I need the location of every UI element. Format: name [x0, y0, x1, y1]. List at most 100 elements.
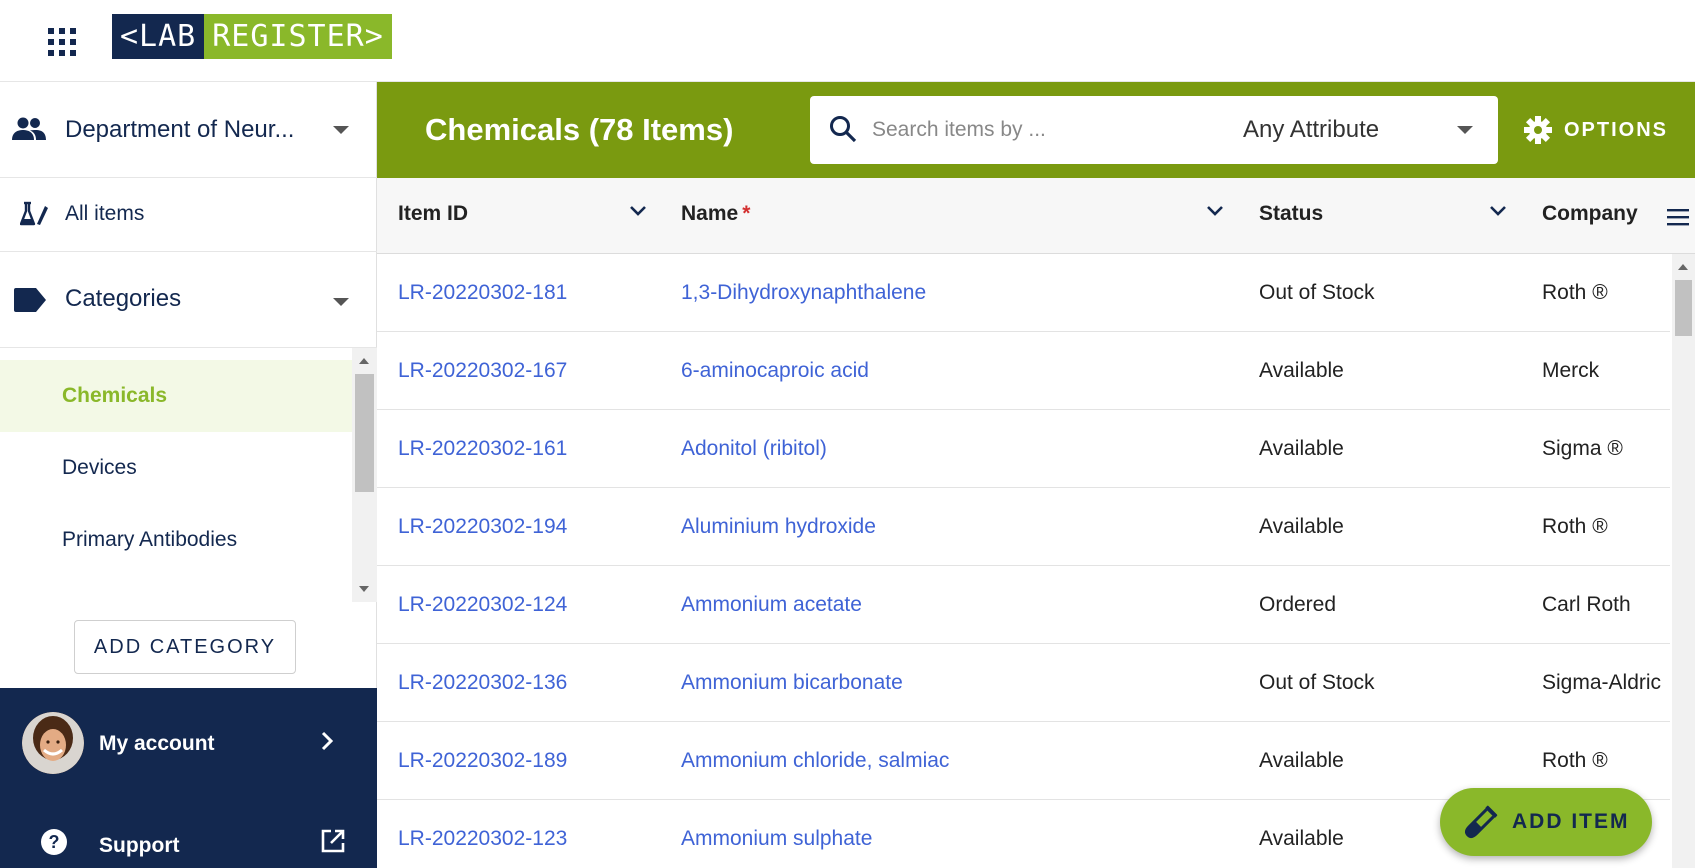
chevron-right-icon[interactable] — [320, 730, 334, 752]
status-cell: Available — [1259, 749, 1344, 772]
logo-lab: <LAB — [112, 14, 205, 59]
flask-icon — [20, 201, 48, 226]
attribute-select[interactable]: Any Attribute — [1243, 116, 1379, 144]
item-name-link[interactable]: Ammonium acetate — [681, 593, 862, 617]
status-cell: Ordered — [1259, 593, 1337, 616]
sidebar-item-chemicals[interactable]: Chemicals — [0, 360, 352, 432]
item-name-link[interactable]: 1,3-Dihydroxynaphthalene — [681, 281, 926, 305]
status-cell: Out of Stock — [1259, 281, 1375, 304]
status-cell: Available — [1259, 515, 1344, 538]
sidebar-item-devices[interactable]: Devices — [0, 432, 352, 504]
scroll-down-icon[interactable] — [359, 586, 369, 592]
account-panel: My account ? Support — [0, 688, 377, 868]
department-label: Department of Neur... — [65, 116, 295, 143]
app-logo[interactable]: <LAB REGISTER> — [112, 14, 392, 59]
test-tube-icon — [1465, 805, 1498, 838]
items-table: Item ID Name * Status Company LR-20220302… — [377, 178, 1695, 868]
company-cell: Roth ® — [1542, 749, 1608, 772]
table-row[interactable]: LR-20220302-167 6-aminocaproic acid Avai… — [377, 332, 1670, 410]
table-row[interactable]: LR-20220302-136 Ammonium bicarbonate Out… — [377, 644, 1670, 722]
scrollbar-thumb[interactable] — [1675, 280, 1692, 336]
item-id-link[interactable]: LR-20220302-124 — [398, 593, 567, 617]
chevron-down-icon — [333, 126, 349, 134]
item-id-link[interactable]: LR-20220302-189 — [398, 749, 567, 773]
label-tag-icon — [14, 288, 46, 312]
search-bar: Any Attribute — [810, 96, 1498, 164]
status-cell: Available — [1259, 359, 1344, 382]
add-category-button[interactable]: ADD CATEGORY — [74, 620, 296, 674]
required-marker: * — [742, 202, 751, 225]
scroll-up-icon[interactable] — [1678, 264, 1688, 270]
table-row[interactable]: LR-20220302-124 Ammonium acetate Ordered… — [377, 566, 1670, 644]
department-selector[interactable]: Department of Neur... — [0, 82, 377, 178]
scrollbar-thumb[interactable] — [355, 374, 374, 492]
category-header: Chemicals (78 Items) Any Attribute OPTIO… — [377, 82, 1695, 178]
apps-grid-icon[interactable] — [44, 24, 80, 60]
gear-icon — [1524, 116, 1552, 144]
table-row[interactable]: LR-20220302-181 1,3-Dihydroxynaphthalene… — [377, 254, 1670, 332]
item-name-link[interactable]: Ammonium chloride, salmiac — [681, 749, 949, 773]
chevron-down-icon[interactable] — [1488, 204, 1508, 218]
support-link[interactable]: Support — [99, 834, 179, 858]
categories-toggle[interactable]: Categories — [0, 252, 377, 348]
company-cell: Merck — [1542, 359, 1600, 382]
search-input[interactable] — [872, 110, 1172, 150]
search-icon — [830, 116, 857, 143]
item-id-link[interactable]: LR-20220302-161 — [398, 437, 567, 461]
options-button[interactable]: OPTIONS — [1524, 108, 1668, 152]
status-cell: Available — [1259, 437, 1344, 460]
company-cell: Roth ® — [1542, 281, 1608, 304]
sidebar-item-label: Chemicals — [62, 384, 168, 407]
item-id-link[interactable]: LR-20220302-194 — [398, 515, 567, 539]
item-name-link[interactable]: Ammonium bicarbonate — [681, 671, 903, 695]
chevron-down-icon[interactable] — [1457, 126, 1473, 134]
item-name-link[interactable]: 6-aminocaproic acid — [681, 359, 869, 383]
item-name-link[interactable]: Ammonium sulphate — [681, 827, 872, 851]
item-id-link[interactable]: LR-20220302-123 — [398, 827, 567, 851]
item-id-link[interactable]: LR-20220302-167 — [398, 359, 567, 383]
chevron-down-icon[interactable] — [628, 204, 648, 218]
column-header-name[interactable]: Name * — [681, 202, 750, 226]
help-icon: ? — [41, 829, 67, 855]
sidebar-item-label: Devices — [62, 456, 137, 479]
chevron-down-icon[interactable] — [1205, 204, 1225, 218]
company-cell: Sigma-Aldric — [1542, 671, 1662, 694]
item-name-link[interactable]: Adonitol (ribitol) — [681, 437, 827, 461]
table-header: Item ID Name * Status Company — [377, 178, 1695, 254]
chevron-down-icon — [333, 298, 349, 306]
item-name-link[interactable]: Aluminium hydroxide — [681, 515, 876, 539]
page-title: Chemicals (78 Items) — [425, 112, 734, 147]
status-cell: Available — [1259, 827, 1344, 850]
company-cell: Roth ® — [1542, 515, 1608, 538]
scroll-up-icon[interactable] — [359, 358, 369, 364]
item-id-link[interactable]: LR-20220302-181 — [398, 281, 567, 305]
column-header-company[interactable]: Company — [1542, 202, 1638, 226]
options-label: OPTIONS — [1564, 118, 1669, 141]
people-icon — [12, 117, 46, 140]
sidebar-item-primary-antibodies[interactable]: Primary Antibodies — [0, 504, 352, 576]
company-cell: Sigma ® — [1542, 437, 1623, 460]
categories-label: Categories — [65, 285, 182, 312]
category-list: Chemicals Devices Primary Antibodies — [0, 348, 377, 602]
sidebar-item-label: Primary Antibodies — [62, 528, 238, 551]
column-header-status[interactable]: Status — [1259, 202, 1323, 226]
table-row[interactable]: LR-20220302-194 Aluminium hydroxide Avai… — [377, 488, 1670, 566]
table-row[interactable]: LR-20220302-161 Adonitol (ribitol) Avail… — [377, 410, 1670, 488]
add-item-label: ADD ITEM — [1512, 810, 1630, 833]
top-bar: <LAB REGISTER> — [0, 0, 1695, 82]
item-id-link[interactable]: LR-20220302-136 — [398, 671, 567, 695]
column-menu-icon[interactable] — [1667, 208, 1689, 226]
avatar[interactable] — [22, 712, 84, 774]
column-header-name-label: Name — [681, 202, 739, 225]
status-cell: Out of Stock — [1259, 671, 1375, 694]
my-account-link[interactable]: My account — [99, 732, 215, 756]
external-link-icon[interactable] — [320, 828, 346, 854]
add-item-button[interactable]: ADD ITEM — [1440, 788, 1652, 856]
sidebar-item-label: All items — [65, 202, 145, 225]
company-cell: Carl Roth — [1542, 593, 1631, 616]
column-header-item-id[interactable]: Item ID — [398, 202, 468, 226]
category-scrollbar[interactable] — [352, 348, 377, 602]
table-scrollbar[interactable] — [1672, 254, 1695, 868]
logo-register: REGISTER> — [204, 14, 392, 59]
sidebar-item-all-items[interactable]: All items — [0, 178, 377, 252]
